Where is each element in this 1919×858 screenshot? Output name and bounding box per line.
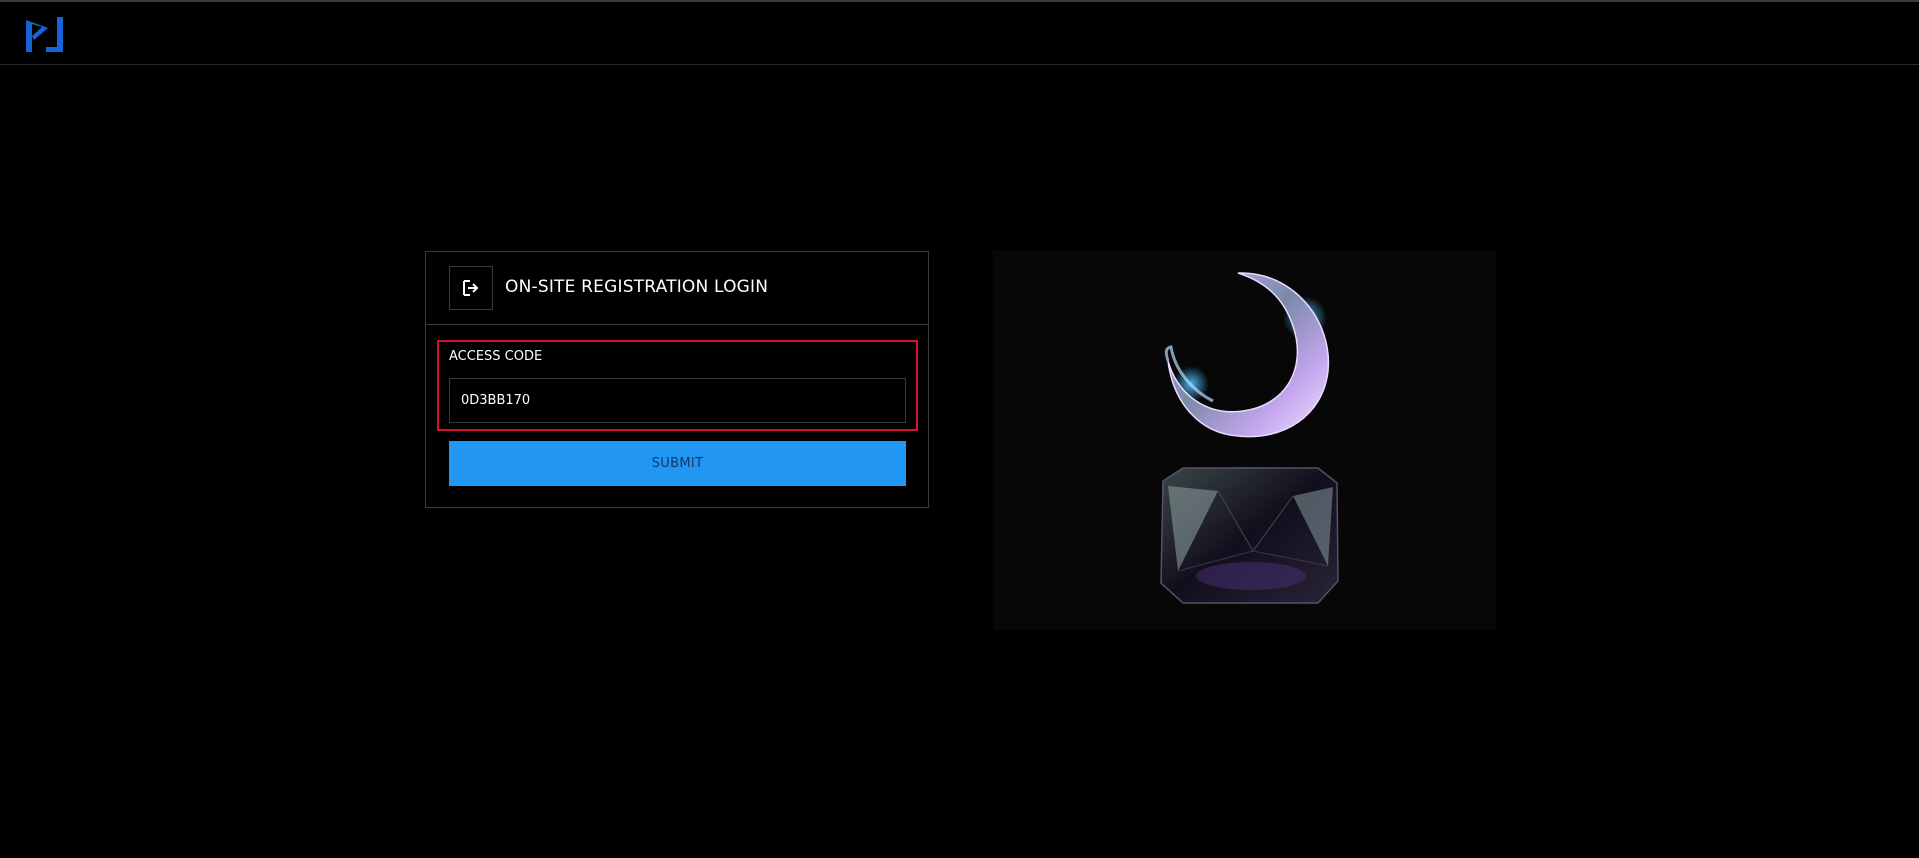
access-code-input[interactable] bbox=[449, 378, 906, 423]
hero-image bbox=[993, 251, 1496, 630]
page-title: ON-SITE REGISTRATION LOGIN bbox=[505, 277, 769, 297]
submit-button[interactable]: SUBMIT bbox=[449, 441, 906, 486]
site-header bbox=[0, 2, 1919, 65]
login-card: ON-SITE REGISTRATION LOGIN ACCESS CODE S… bbox=[425, 251, 929, 508]
sign-in-icon bbox=[449, 266, 493, 310]
card-header: ON-SITE REGISTRATION LOGIN bbox=[426, 252, 928, 325]
pj-logo-icon[interactable] bbox=[24, 14, 66, 54]
access-code-label: ACCESS CODE bbox=[449, 349, 543, 364]
